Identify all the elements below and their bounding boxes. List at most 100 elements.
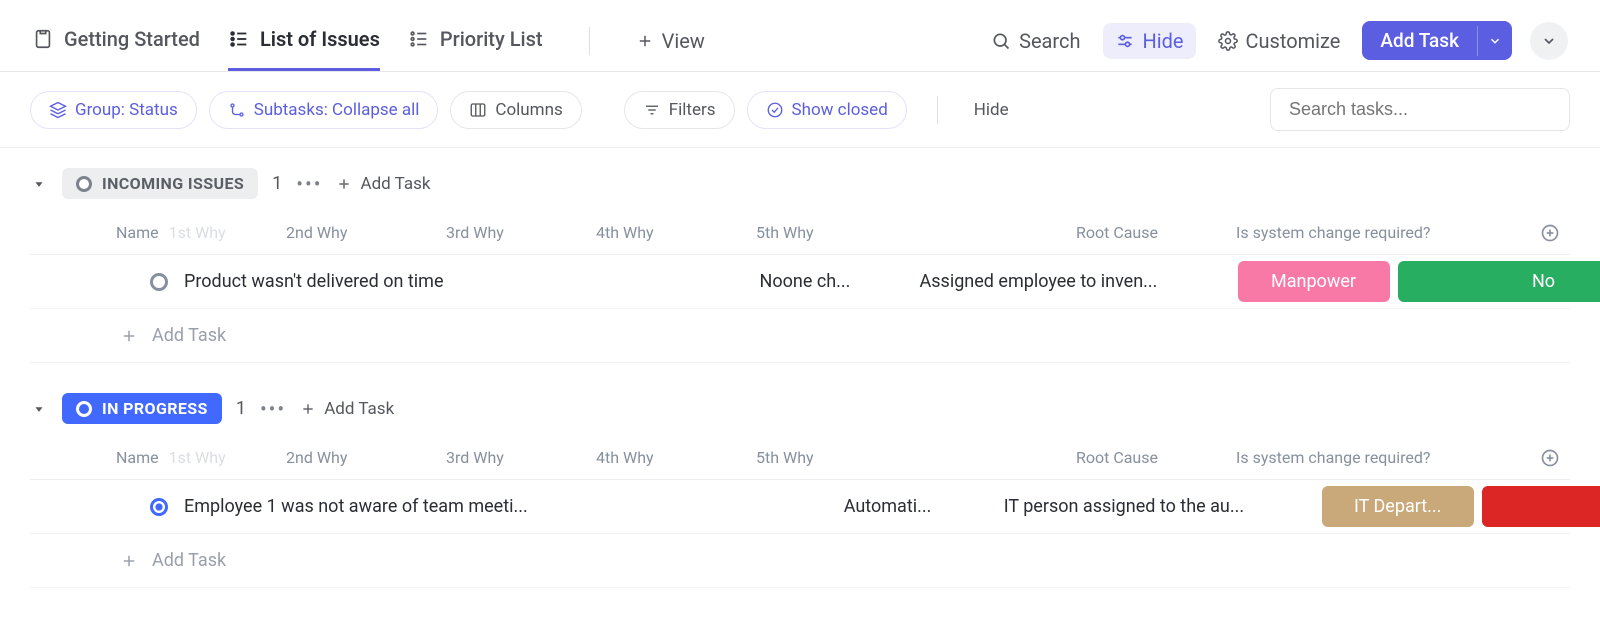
cell-fifth-why[interactable]: IT person assigned to the au... <box>998 480 1318 533</box>
show-closed-pill[interactable]: Show closed <box>747 91 907 129</box>
add-task-label: Add Task <box>324 399 394 419</box>
customize-label: Customize <box>1246 29 1341 53</box>
toolbar-right: Search Hide Customize Add Task <box>979 21 1568 60</box>
tab-label: Getting Started <box>64 27 200 51</box>
status-chip-incoming[interactable]: INCOMING ISSUES <box>62 168 258 199</box>
col-name[interactable]: Name 1st Why <box>110 211 280 254</box>
cell-third-why[interactable] <box>604 266 754 298</box>
sliders-icon <box>1115 31 1135 51</box>
add-task-label: Add Task <box>360 174 430 194</box>
table-row[interactable]: Employee 1 was not aware of team meeti..… <box>30 480 1570 534</box>
group-header: IN PROGRESS 1 ••• Add Task <box>30 393 1570 424</box>
tab-list-of-issues[interactable]: List of Issues <box>228 11 380 71</box>
group-add-task-button[interactable]: Add Task <box>336 174 430 194</box>
col-third-why[interactable]: 3rd Why <box>440 436 590 479</box>
priority-list-icon <box>408 28 430 50</box>
col-second-why[interactable]: 2nd Why <box>280 436 440 479</box>
view-label: View <box>662 29 705 53</box>
cell-root-cause[interactable]: Manpower <box>1234 255 1394 308</box>
cell-second-why[interactable] <box>528 491 688 523</box>
layers-icon <box>49 101 67 119</box>
search-icon <box>991 31 1011 51</box>
group-more-button[interactable]: ••• <box>296 172 322 196</box>
columns-label: Columns <box>495 100 562 120</box>
top-toolbar: Getting Started List of Issues Priority … <box>0 0 1600 72</box>
filters-label: Filters <box>669 100 716 120</box>
add-task-label: Add Task <box>152 550 226 571</box>
cell-fourth-why[interactable]: Automati... <box>838 480 998 533</box>
search-tasks-input[interactable] <box>1270 88 1570 131</box>
group-more-button[interactable]: ••• <box>260 397 286 421</box>
col-fifth-why[interactable]: 5th Why <box>750 211 1070 254</box>
add-task-row[interactable]: Add Task <box>30 534 1570 588</box>
columns-pill[interactable]: Columns <box>450 91 581 129</box>
tab-label: List of Issues <box>260 27 380 51</box>
col-system-change[interactable]: Is system change required? <box>1230 436 1530 479</box>
search-button[interactable]: Search <box>979 23 1092 59</box>
plus-icon <box>120 552 138 570</box>
add-task-button[interactable]: Add Task <box>1362 21 1477 60</box>
cell-second-why[interactable] <box>444 266 604 298</box>
task-name-cell: Employee 1 was not aware of team meeti..… <box>110 496 528 517</box>
filters-pill[interactable]: Filters <box>624 91 735 129</box>
cell-third-why[interactable] <box>688 491 838 523</box>
col-root-cause[interactable]: Root Cause <box>1070 436 1230 479</box>
group-header: INCOMING ISSUES 1 ••• Add Task <box>30 168 1570 199</box>
status-dot-icon <box>76 401 92 417</box>
collapse-toggle[interactable] <box>30 402 48 416</box>
group-add-task-button[interactable]: Add Task <box>300 399 394 419</box>
add-view-button[interactable]: View <box>636 29 705 53</box>
status-dot-icon <box>76 176 92 192</box>
list-icon <box>228 28 250 50</box>
col-name[interactable]: Name 1st Why <box>110 436 280 479</box>
column-headers: Name 1st Why 2nd Why 3rd Why 4th Why 5th… <box>30 436 1570 480</box>
status-chip-in-progress[interactable]: IN PROGRESS <box>62 393 222 424</box>
more-menu-button[interactable] <box>1530 22 1568 60</box>
search-label: Search <box>1019 29 1080 53</box>
status-label: IN PROGRESS <box>102 399 208 418</box>
hide-toggle[interactable]: Hide <box>974 100 1009 120</box>
task-name-cell: Product wasn't delivered on time <box>110 271 444 292</box>
cell-fifth-why[interactable]: Assigned employee to inven... <box>914 255 1234 308</box>
view-tabs: Getting Started List of Issues Priority … <box>32 11 705 71</box>
cell-system-change[interactable]: Yes <box>1478 480 1600 533</box>
tab-label: Priority List <box>440 27 543 51</box>
column-headers: Name 1st Why 2nd Why 3rd Why 4th Why 5th… <box>30 211 1570 255</box>
cell-system-change[interactable]: No <box>1394 255 1600 308</box>
col-second-why[interactable]: 2nd Why <box>280 211 440 254</box>
col-system-change[interactable]: Is system change required? <box>1230 211 1530 254</box>
status-circle-icon[interactable] <box>150 498 168 516</box>
hide-button[interactable]: Hide <box>1103 23 1196 59</box>
customize-button[interactable]: Customize <box>1206 23 1353 59</box>
table-row[interactable]: Product wasn't delivered on time Noone c… <box>30 255 1570 309</box>
collapse-toggle[interactable] <box>30 177 48 191</box>
col-root-cause[interactable]: Root Cause <box>1070 211 1230 254</box>
subtasks-label: Subtasks: Collapse all <box>254 100 420 120</box>
status-label: INCOMING ISSUES <box>102 174 244 193</box>
add-task-label: Add Task <box>152 325 226 346</box>
col-fourth-why[interactable]: 4th Why <box>590 436 750 479</box>
cell-root-cause[interactable]: IT Depart... <box>1318 480 1478 533</box>
add-task-row[interactable]: Add Task <box>30 309 1570 363</box>
add-task-dropdown[interactable] <box>1477 26 1512 56</box>
document-icon <box>32 28 54 50</box>
status-circle-icon[interactable] <box>150 273 168 291</box>
chevron-down-icon <box>1541 33 1557 49</box>
col-third-why[interactable]: 3rd Why <box>440 211 590 254</box>
plus-icon <box>300 401 316 417</box>
col-fourth-why[interactable]: 4th Why <box>590 211 750 254</box>
add-column-button[interactable] <box>1530 448 1570 468</box>
add-column-button[interactable] <box>1530 223 1570 243</box>
subtasks-pill[interactable]: Subtasks: Collapse all <box>209 91 439 129</box>
col-fifth-why[interactable]: 5th Why <box>750 436 1070 479</box>
task-name[interactable]: Employee 1 was not aware of team meeti..… <box>184 496 528 517</box>
tab-priority-list[interactable]: Priority List <box>408 11 543 71</box>
tab-getting-started[interactable]: Getting Started <box>32 11 200 71</box>
group-in-progress: IN PROGRESS 1 ••• Add Task Name 1st Why … <box>30 393 1570 588</box>
content-area: INCOMING ISSUES 1 ••• Add Task Name 1st … <box>0 148 1600 638</box>
divider <box>589 27 590 55</box>
task-name[interactable]: Product wasn't delivered on time <box>184 271 444 292</box>
columns-icon <box>469 101 487 119</box>
cell-fourth-why[interactable]: Noone ch... <box>754 255 914 308</box>
group-by-pill[interactable]: Group: Status <box>30 91 197 129</box>
